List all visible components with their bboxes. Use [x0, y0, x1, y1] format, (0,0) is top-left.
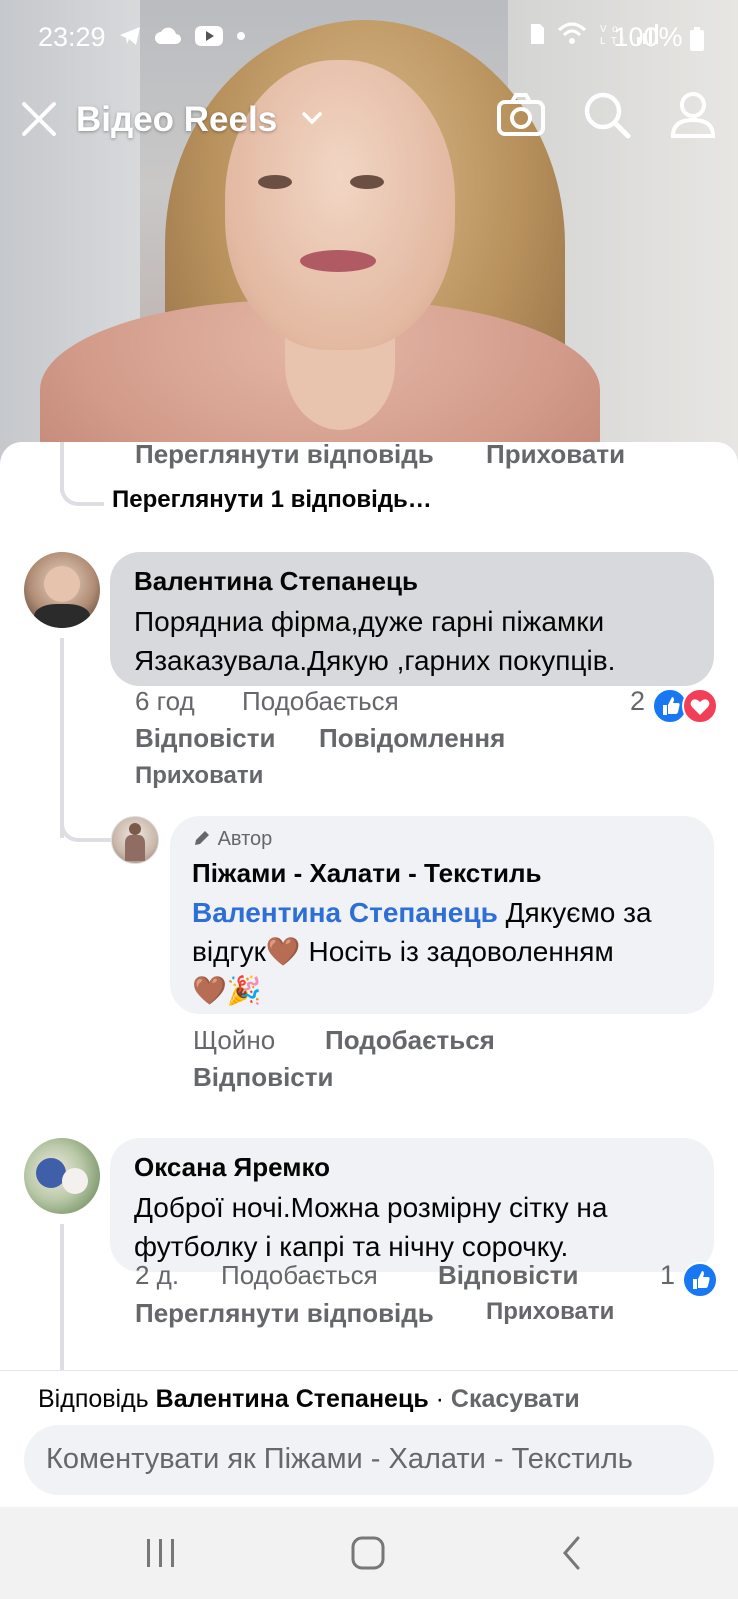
hide-link[interactable]: Приховати	[135, 762, 263, 790]
thread-connector	[60, 472, 104, 506]
love-reaction-icon	[682, 688, 718, 724]
system-nav-bar	[0, 1507, 738, 1599]
comment-text-line: Язаказувала.Дякую ,гарних покупців.	[134, 645, 616, 676]
battery-icon	[690, 26, 704, 51]
message-button[interactable]: Повідомлення	[319, 723, 505, 754]
sim-icon	[531, 24, 545, 44]
status-time: 23:29	[38, 22, 106, 52]
reply-bubble[interactable]: Автор Піжами - Халати - Текстиль Валенти…	[170, 816, 714, 1014]
mention-link[interactable]: Валентина Степанець	[192, 897, 498, 928]
reels-top-bar: Відео Reels	[0, 80, 738, 160]
comment-text-line: Доброї ночі.Можна розмірну сітку на	[134, 1192, 608, 1223]
comment-author[interactable]: Оксана Яремко	[134, 1152, 330, 1183]
comment-author[interactable]: Піжами - Халати - Текстиль	[192, 858, 541, 889]
hide-link[interactable]: Приховати	[486, 442, 625, 470]
dot-icon	[237, 32, 246, 41]
like-button[interactable]: Подобається	[242, 686, 399, 717]
comment-input[interactable]: Коментувати як Піжами - Халати - Текстил…	[24, 1425, 714, 1495]
reply-button[interactable]: Відповісти	[193, 1062, 333, 1093]
reaction-summary[interactable]: 1	[660, 1260, 675, 1291]
author-badge-label: Автор	[217, 828, 273, 850]
author-badge: Автор	[192, 828, 272, 851]
like-button[interactable]: Подобається	[325, 1025, 495, 1056]
view-reply-link[interactable]: Переглянути відповідь	[135, 1298, 434, 1329]
search-icon[interactable]	[582, 90, 632, 140]
reply-composer: Відповідь Валентина Степанець · Скасуват…	[0, 1370, 738, 1509]
reaction-count: 2	[630, 686, 646, 716]
reaction-summary[interactable]: 2	[630, 686, 645, 717]
comment-text-part: Носіть із задоволенням	[300, 936, 614, 967]
comment-time: 2 д.	[135, 1260, 180, 1290]
avatar[interactable]	[24, 552, 100, 628]
comment-bubble[interactable]: Оксана Яремко Доброї ночі.Можна розмірну…	[110, 1138, 714, 1272]
brown-heart-emoji: 🤎	[192, 975, 227, 1006]
cancel-reply-button[interactable]: Скасувати	[451, 1385, 580, 1413]
reply-target: Валентина Степанець	[155, 1385, 429, 1413]
avatar[interactable]	[111, 816, 159, 864]
like-button[interactable]: Подобається	[221, 1260, 378, 1291]
pencil-icon	[195, 831, 209, 845]
like-reaction-icon	[682, 1262, 718, 1298]
avatar-body	[34, 604, 90, 628]
battery-percent: 100%	[613, 22, 683, 52]
avatar-face	[129, 823, 141, 835]
comment-time: Щойно	[193, 1025, 276, 1055]
cloud-icon	[155, 27, 182, 45]
comment-text: Доброї ночі.Можна розмірну сітку на футб…	[134, 1188, 607, 1266]
status-left-icons	[118, 22, 246, 48]
reaction-count: 1	[660, 1260, 676, 1290]
chevron-down-icon[interactable]	[300, 106, 324, 130]
hide-link[interactable]: Приховати	[486, 1298, 614, 1326]
comment-text-part: Дякуємо за	[497, 897, 652, 928]
youtube-icon	[195, 26, 224, 47]
telegram-icon	[120, 27, 140, 46]
battery-indicator: 100%	[613, 22, 704, 53]
brown-heart-emoji: 🤎	[265, 936, 301, 967]
profile-icon[interactable]	[668, 90, 718, 140]
reply-prefix: Відповідь	[38, 1385, 149, 1413]
comment-text-part: відгук	[192, 936, 266, 967]
video-lips	[300, 250, 376, 272]
close-icon[interactable]	[20, 100, 58, 138]
view-reply-link[interactable]: Переглянути відповідь	[135, 442, 434, 470]
reply-separator: ·	[428, 1385, 451, 1413]
wifi-icon	[557, 22, 586, 44]
thread-connector	[60, 802, 112, 842]
avatar[interactable]	[24, 1138, 100, 1214]
comment-bubble[interactable]: Валентина Степанець Порядниа фірма,дуже …	[110, 552, 714, 686]
comment-text-line: Порядниа фірма,дуже гарні піжамки	[134, 606, 605, 637]
party-popper-emoji: 🎉	[226, 975, 262, 1006]
home-icon[interactable]	[350, 1535, 386, 1571]
camera-icon[interactable]	[496, 90, 546, 140]
comments-sheet[interactable]: Переглянути відповідь Приховати Переглян…	[0, 442, 738, 1507]
replying-to-label: Відповідь Валентина Степанець · Скасуват…	[38, 1385, 580, 1414]
status-bar: 23:29 Vo)LTE 100%	[0, 0, 738, 78]
video-eye-left	[258, 175, 292, 189]
avatar-body	[125, 835, 145, 861]
reply-button[interactable]: Відповісти	[438, 1260, 578, 1291]
comment-author[interactable]: Валентина Степанець	[134, 566, 418, 597]
view-more-replies-link[interactable]: Переглянути 1 відповідь…	[112, 486, 432, 514]
comment-input-placeholder: Коментувати як Піжами - Халати - Текстил…	[46, 1443, 633, 1475]
back-icon[interactable]	[560, 1535, 584, 1571]
comment-text: Валентина Степанець Дякуємо за відгук🤎 Н…	[192, 893, 652, 1010]
video-eye-right	[350, 175, 384, 189]
comment-time: 6 год	[135, 686, 195, 716]
avatar-flowers	[62, 1168, 88, 1194]
recent-apps-icon[interactable]	[144, 1537, 178, 1569]
avatar-face	[44, 566, 80, 602]
page-title[interactable]: Відео Reels	[76, 100, 277, 140]
comment-text: Порядниа фірма,дуже гарні піжамки Язаказ…	[134, 602, 615, 680]
reply-button[interactable]: Відповісти	[135, 723, 275, 754]
